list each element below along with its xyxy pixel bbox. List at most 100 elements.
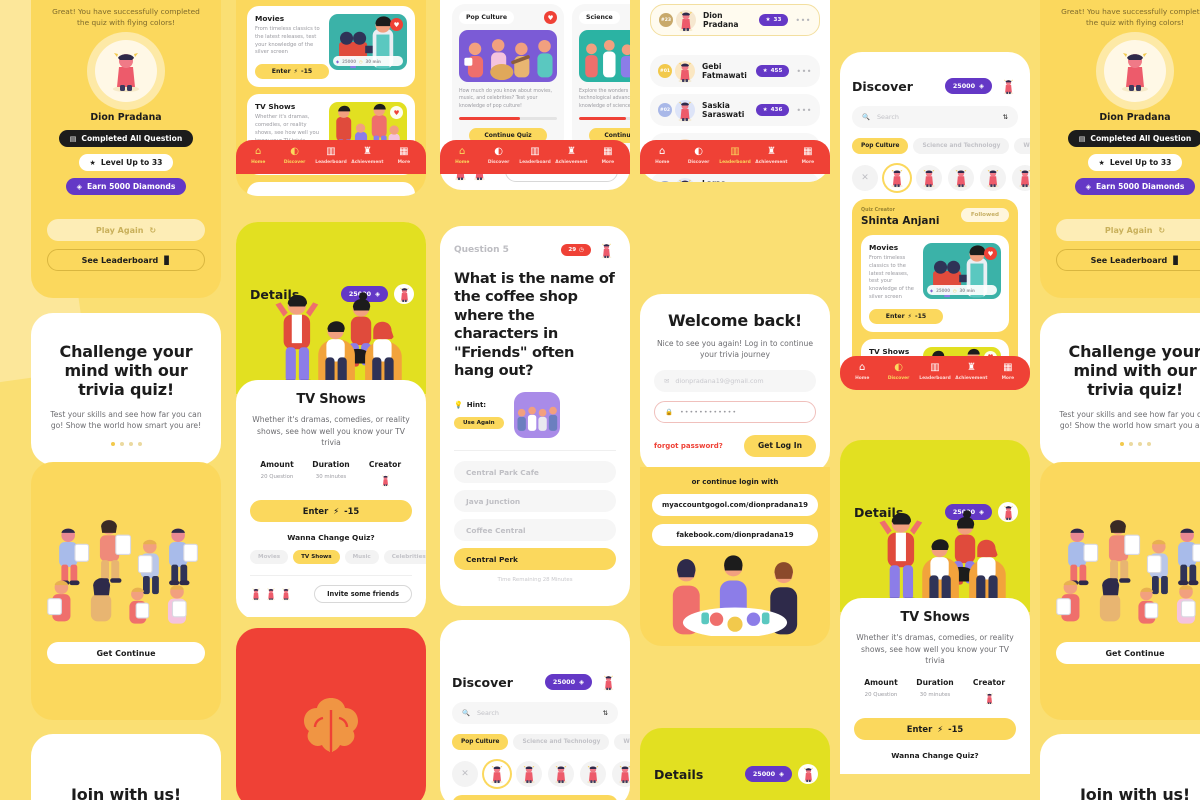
category-world-history[interactable]: World History (1014, 138, 1030, 154)
ellipsis-icon[interactable]: ••• (795, 16, 811, 25)
nav-item-leaderboard[interactable]: ▥ Leaderboard (517, 147, 553, 166)
get-continue-button[interactable]: Get Continue (47, 642, 205, 664)
nav-item-discover[interactable]: ◐ Discover (480, 147, 516, 166)
nav-item-discover[interactable]: ◐ Discover (880, 363, 916, 382)
onboarding-dots[interactable] (1056, 442, 1200, 447)
coin-balance[interactable]: 25000 ◈ (744, 766, 792, 782)
details-enter-button[interactable]: Enter ⚡ -15 (854, 717, 1016, 740)
dot-1[interactable] (110, 442, 115, 447)
play-again-button[interactable]: Play Again ↻ (1056, 219, 1200, 242)
social-login-google[interactable]: myaccountgogol.com/dionpradana19 (652, 493, 818, 516)
creator-avatar[interactable] (358, 474, 412, 489)
table-row[interactable]: #23 Dion Pradana ★ 33 ••• (650, 4, 820, 36)
invite-friends-button[interactable]: Invite some friends (314, 584, 412, 603)
category-world-history[interactable]: World History (614, 734, 630, 750)
creator-avatar-row[interactable]: ✕ (852, 165, 1030, 191)
nav-item-leaderboard[interactable]: ▥ Leaderboard (717, 147, 753, 166)
category-chips[interactable]: Pop Culture Science and Technology World… (452, 734, 630, 750)
quiz-enter-button[interactable]: Enter ⚡ -15 (869, 308, 943, 324)
ellipsis-icon[interactable]: ••• (796, 67, 812, 76)
nav-item-home[interactable]: ⌂ Home (240, 147, 276, 166)
creator-avatar[interactable] (962, 692, 1016, 707)
dot-4[interactable] (1146, 442, 1151, 447)
search-input[interactable]: Search (477, 709, 596, 717)
avatar[interactable] (598, 672, 618, 692)
creator-avatar-row[interactable]: ✕ (452, 761, 630, 787)
quiz-card-movies[interactable]: Movies From timeless classics to the lat… (861, 235, 1009, 332)
use-again-button[interactable]: Use Again (454, 417, 504, 430)
quiz-enter-button[interactable]: Enter ⚡ -15 (255, 64, 329, 80)
nav-item-more[interactable]: ▦ More (790, 147, 826, 166)
bottom-nav[interactable]: ⌂ Home ◐ Discover ▥ Leaderboard ♜ Achievemen… (440, 140, 630, 174)
email-input[interactable]: dionpradana19@gmail.com (675, 377, 763, 385)
nav-item-achievement[interactable]: ♜ Achievement (753, 147, 789, 166)
creator-avatar[interactable] (980, 165, 1006, 191)
avatar[interactable] (998, 76, 1018, 96)
see-leaderboard-button[interactable]: See Leaderboard ▊ (1056, 249, 1200, 272)
chip-tvshows[interactable]: TV Shows (293, 549, 340, 564)
creator-avatar[interactable] (580, 761, 606, 787)
heart-icon[interactable]: ♥ (390, 18, 403, 31)
coin-balance[interactable]: 25000 ◈ (944, 78, 992, 94)
avatar[interactable] (596, 240, 616, 260)
bottom-nav[interactable]: ⌂ Home ◐ Discover ▥ Leaderboard ♜ Achievemen… (236, 140, 426, 174)
nav-item-more[interactable]: ▦ More (590, 147, 626, 166)
dot-3[interactable] (128, 442, 133, 447)
creator-avatar[interactable] (612, 761, 630, 787)
dot-3[interactable] (1137, 442, 1142, 447)
nav-item-home[interactable]: ⌂ Home (844, 363, 880, 382)
answer-option-3[interactable]: Central Perk (454, 548, 616, 571)
forgot-password-link[interactable]: forgot password? (654, 442, 723, 450)
table-row[interactable]: #01 Gebi Fatmawati ★ 455 ••• (650, 55, 820, 87)
password-input[interactable]: •••••••••••• (680, 408, 737, 416)
creator-avatar[interactable] (548, 761, 574, 787)
dot-1[interactable] (1119, 442, 1124, 447)
dot-4[interactable] (137, 442, 142, 447)
onboarding-dots[interactable] (47, 442, 205, 447)
category-science-tech[interactable]: Science and Technology (513, 734, 610, 750)
heart-icon[interactable]: ♥ (544, 11, 557, 24)
nav-item-more[interactable]: ▦ More (386, 147, 422, 166)
nav-item-discover[interactable]: ◐ Discover (680, 147, 716, 166)
social-login-facebook[interactable]: fakebook.com/dionpradana19 (652, 523, 818, 546)
dot-2[interactable] (119, 442, 124, 447)
search-bar[interactable]: 🔍 Search ⇅ (852, 106, 1018, 128)
chip-music[interactable]: Music (344, 549, 379, 564)
nav-item-achievement[interactable]: ♜ Achievement (553, 147, 589, 166)
play-again-button[interactable]: Play Again ↻ (47, 219, 205, 242)
home-card-pop-culture[interactable]: Pop Culture ♥ How much do you know about… (452, 4, 564, 151)
close-icon[interactable]: ✕ (852, 165, 878, 191)
details-enter-button[interactable]: Enter ⚡ -15 (250, 499, 412, 522)
coin-balance[interactable]: 25000 ◈ (544, 674, 592, 690)
nav-item-achievement[interactable]: ♜ Achievement (953, 363, 989, 382)
category-science-tech[interactable]: Science and Technology (913, 138, 1010, 154)
dot-2[interactable] (1128, 442, 1133, 447)
password-field[interactable]: 🔒 •••••••••••• (654, 400, 816, 423)
heart-icon[interactable]: ♥ (984, 247, 997, 260)
login-button[interactable]: Get Log In (743, 434, 816, 457)
nav-item-leaderboard[interactable]: ▥ Leaderboard (313, 147, 349, 166)
creator-avatar[interactable] (516, 761, 542, 787)
quiz-category-chips[interactable]: Movies TV Shows Music Celebrities (250, 549, 426, 564)
see-leaderboard-button[interactable]: See Leaderboard ▊ (47, 249, 205, 272)
home-card-science[interactable]: Science Explore the wonders of the natur… (572, 4, 630, 151)
search-bar[interactable]: 🔍 Search ⇅ (452, 702, 618, 724)
bottom-nav[interactable]: ⌂ Home ◐ Discover ▥ Leaderboard ♜ Achievemen… (840, 356, 1030, 390)
table-row[interactable]: #02 Saskia Saraswati ★ 436 ••• (650, 94, 820, 126)
search-input[interactable]: Search (877, 113, 996, 121)
close-icon[interactable]: ✕ (452, 761, 478, 787)
sliders-icon[interactable]: ⇅ (603, 709, 608, 717)
follow-button[interactable]: Followed (960, 208, 1009, 222)
nav-item-achievement[interactable]: ♜ Achievement (349, 147, 385, 166)
answer-option-0[interactable]: Central Park Cafe (454, 461, 616, 484)
quiz-card-movies[interactable]: Movies From timeless classics to the lat… (247, 6, 415, 88)
email-field[interactable]: ✉ dionpradana19@gmail.com (654, 369, 816, 392)
creator-avatar-selected[interactable] (484, 761, 510, 787)
creator-card[interactable] (452, 795, 618, 800)
avatar[interactable] (798, 764, 818, 784)
creator-avatar-selected[interactable] (884, 165, 910, 191)
nav-item-home[interactable]: ⌂ Home (644, 147, 680, 166)
nav-item-leaderboard[interactable]: ▥ Leaderboard (917, 363, 953, 382)
category-chips[interactable]: Pop Culture Science and Technology World… (852, 138, 1030, 154)
nav-item-more[interactable]: ▦ More (990, 363, 1026, 382)
